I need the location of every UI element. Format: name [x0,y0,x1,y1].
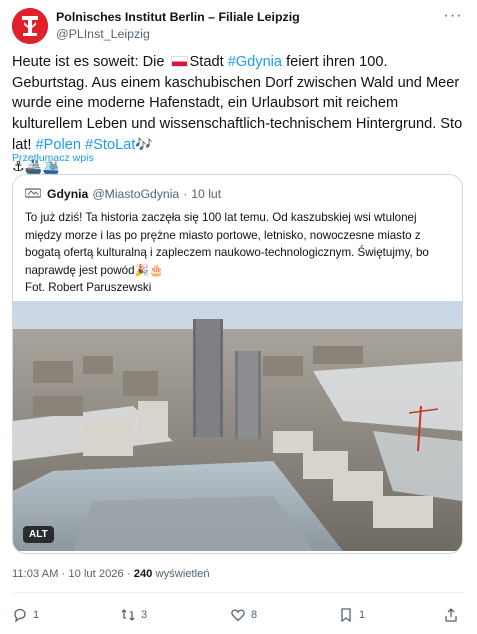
hashtag-gdynia[interactable]: #Gdynia [228,54,282,70]
avatar[interactable] [12,8,48,44]
tweet-text-segment: Stadt [189,54,228,70]
quoted-author-name[interactable]: Gdynia [47,187,88,201]
repost-button[interactable]: 3 [120,604,147,626]
gdynia-aerial-photo[interactable]: ALT [13,301,462,551]
bookmark-count: 1 [359,609,366,621]
meta-separator: · [126,568,131,580]
views-label: wyświetleń [155,568,210,580]
tweet-date[interactable]: 10 lut 2026 [68,568,123,580]
tweet-header: Polnisches Institut Berlin – Filiale Lei… [12,8,465,44]
quoted-tweet[interactable]: Gdynia @MiastoGdynia · 10 lut To już dziś! … [12,174,463,554]
reply-icon [14,608,26,623]
like-button[interactable]: 8 [230,604,257,626]
quoted-tweet-header: Gdynia @MiastoGdynia · 10 lut [24,187,221,203]
views-count: 240 [133,568,153,580]
tweet-time[interactable]: 11:03 AM [12,568,58,580]
music-notes-emoji: 🎶 [135,136,153,152]
reply-count: 1 [33,609,40,621]
poland-flag-icon [170,56,188,67]
like-count: 8 [251,609,258,621]
share-icon [445,608,457,622]
repost-count: 3 [141,609,148,621]
action-bar: 1 3 8 1 [12,604,465,626]
author-handle[interactable]: @PLInst_Leipzig [56,27,150,41]
translate-post-link[interactable]: Przetłumacz wpis [12,152,94,164]
meta-separator: · [61,568,66,580]
bookmark-icon [341,608,351,623]
alt-text-button[interactable]: ALT [23,526,54,543]
tweet-text-segment: Heute ist es soweit: Die [12,54,169,70]
hashtag-stolat[interactable]: #StoLat [85,137,135,153]
city-logo-icon [24,187,42,199]
institute-logo-icon [12,8,48,44]
divider [12,592,465,593]
quoted-tweet-text: To już dziś! Ta historia zaczęła się 100… [25,209,453,297]
quoted-date[interactable]: 10 lut [191,187,221,201]
quoted-separator: · [183,187,188,201]
share-button[interactable] [443,604,464,626]
more-options-icon[interactable]: ··· [443,8,463,26]
repost-icon [121,609,135,621]
quoted-text-body: To już dziś! Ta historia zaczęła się 100… [25,211,429,277]
reply-button[interactable]: 1 [12,604,39,626]
bookmark-button[interactable]: 1 [338,604,365,626]
tweet-meta: 11:03 AM · 10 lut 2026 · 240 wyświetleń [12,568,210,580]
heart-icon [231,609,245,622]
party-cake-emoji: 🎉🎂 [134,263,164,277]
quoted-author-handle[interactable]: @MiastoGdynia [92,187,179,201]
photo-credit: Fot. Robert Paruszewski [25,281,152,295]
author-name[interactable]: Polnisches Institut Berlin – Filiale Lei… [56,10,300,24]
hashtag-polen[interactable]: #Polen [36,137,81,153]
